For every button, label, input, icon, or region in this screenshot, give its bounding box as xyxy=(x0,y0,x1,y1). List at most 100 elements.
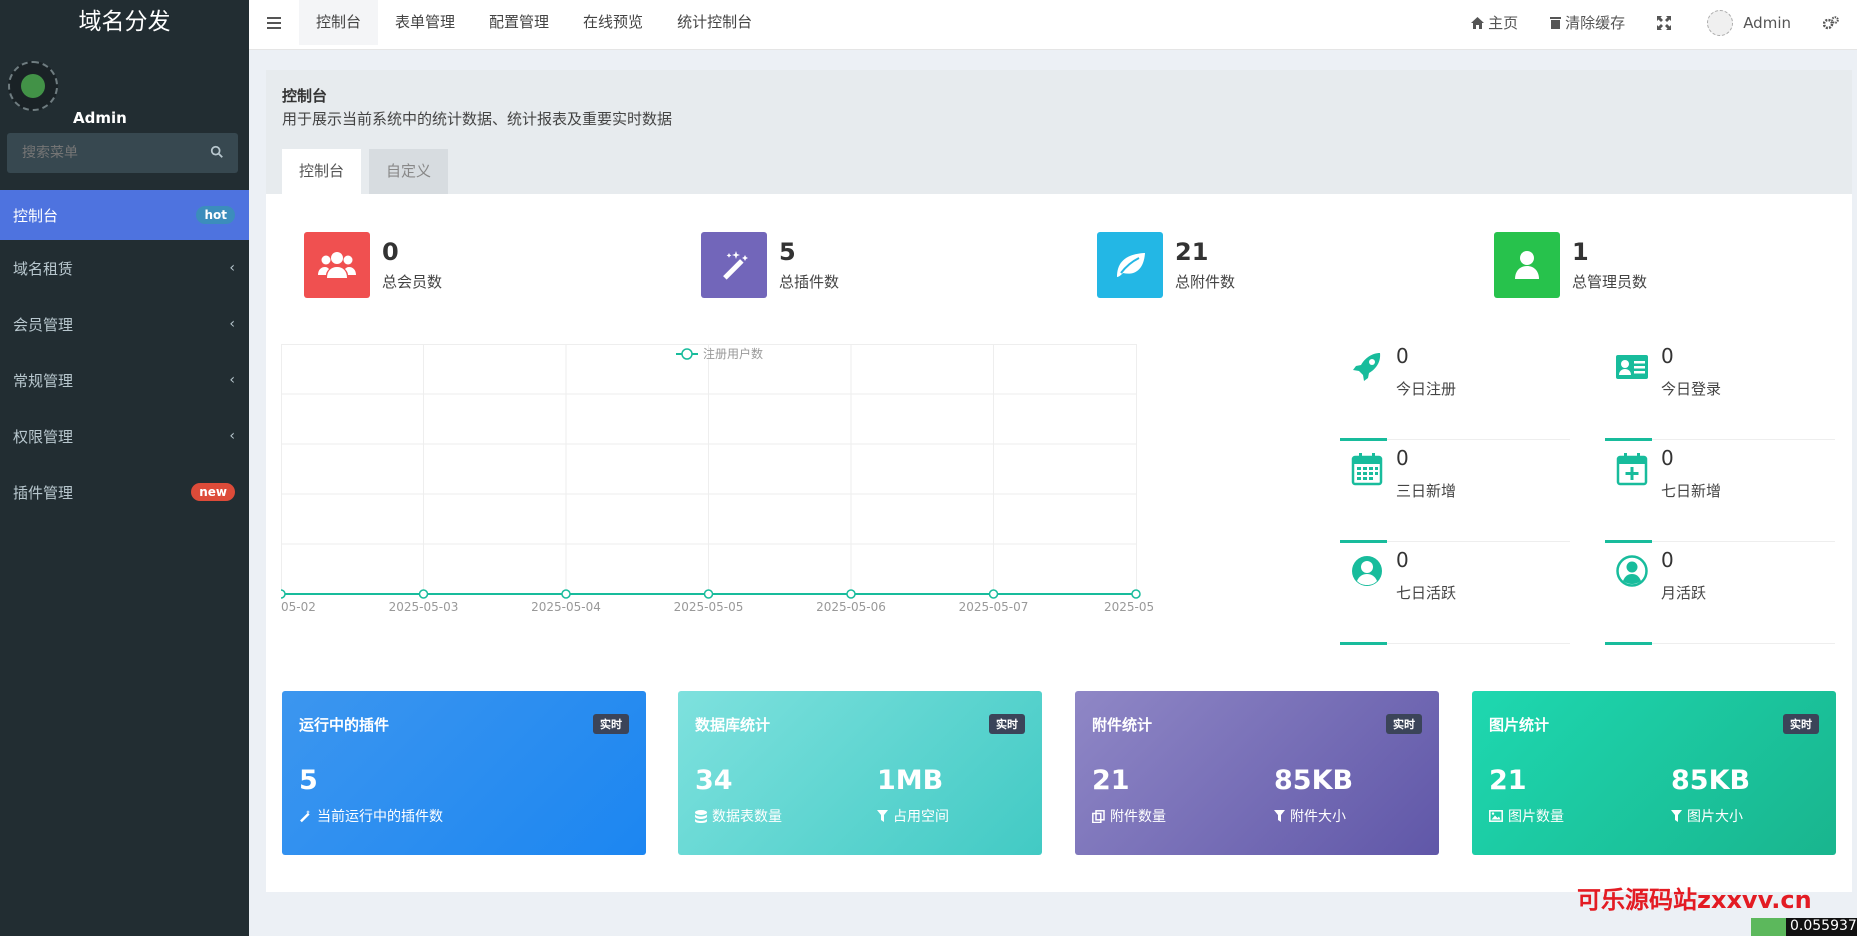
card-database-stats: 数据库统计 实时 34 数据表数量 1MB 占用空间 xyxy=(678,691,1042,855)
tab-online-preview[interactable]: 在线预览 xyxy=(566,0,660,45)
card-value: 5 xyxy=(299,765,318,796)
tab-config-manage[interactable]: 配置管理 xyxy=(472,0,566,45)
fullscreen-icon xyxy=(1657,15,1672,30)
data-point xyxy=(703,589,714,599)
stat-plugins: 5 总插件数 xyxy=(701,232,839,298)
fullscreen-button[interactable] xyxy=(1657,15,1675,30)
header-right: 主页 清除缓存 Admin xyxy=(1471,0,1857,45)
stat-admins: 1 总管理员数 xyxy=(1494,232,1647,298)
tab-dashboard[interactable]: 控制台 xyxy=(299,0,379,45)
x-tick-label: 2025-05-06 xyxy=(816,600,886,614)
realtime-badge: 实时 xyxy=(1783,714,1819,734)
filter-icon xyxy=(1671,810,1682,822)
corner-readout: 0.055937 xyxy=(1786,918,1857,936)
watermark: 可乐源码站zxxvv.cn xyxy=(1577,886,1812,914)
settings-button[interactable] xyxy=(1823,15,1843,30)
mini-stat-value: 0 xyxy=(1396,548,1409,572)
tab-custom[interactable]: 自定义 xyxy=(369,149,449,194)
search-icon[interactable] xyxy=(210,145,224,159)
mini-stat-value: 0 xyxy=(1396,446,1409,470)
mini-stat-today-login: 0 今日登录 xyxy=(1605,342,1835,441)
card-label: 图片大小 xyxy=(1671,806,1743,826)
stat-value: 1 xyxy=(1572,238,1589,266)
stat-value: 0 xyxy=(382,238,399,266)
calendar-icon xyxy=(1351,453,1383,486)
mini-stat-label: 三日新增 xyxy=(1396,482,1457,500)
data-point xyxy=(281,589,286,599)
vcard-icon xyxy=(1616,355,1648,379)
chevron-left-icon: ‹ xyxy=(229,260,235,276)
search-input[interactable] xyxy=(7,133,187,173)
stat-members: 0 总会员数 xyxy=(304,232,442,298)
magic-icon xyxy=(300,809,310,822)
magic-wand-icon xyxy=(701,232,767,298)
sidebar: 域名分发 Admin 在线 控制台 hot 域名租赁 ‹ 会员管理 ‹ 常规管理… xyxy=(0,0,249,936)
x-tick-label: 2025-05-04 xyxy=(531,600,601,614)
mini-stat-value: 0 xyxy=(1661,548,1674,572)
sidebar-item-general[interactable]: 常规管理 ‹ xyxy=(0,352,249,408)
mini-stat-seven-day-new: 0 七日新增 xyxy=(1605,444,1835,543)
x-tick-label: 05-02 xyxy=(281,600,316,614)
home-link[interactable]: 主页 xyxy=(1471,12,1518,33)
card-title: 数据库统计 xyxy=(695,716,771,734)
sidebar-menu: 控制台 hot 域名租赁 ‹ 会员管理 ‹ 常规管理 ‹ 权限管理 ‹ 插件管理… xyxy=(0,190,249,520)
sidebar-item-members[interactable]: 会员管理 ‹ xyxy=(0,296,249,352)
trash-icon xyxy=(1550,17,1562,29)
user-menu[interactable]: Admin xyxy=(1707,9,1791,36)
x-tick-label: 2025-05-07 xyxy=(959,600,1029,614)
page-description: 用于展示当前系统中的统计数据、统计报表及重要实时数据 xyxy=(282,110,673,128)
data-point xyxy=(988,589,999,599)
mini-stat-label: 七日活跃 xyxy=(1396,584,1457,602)
realtime-badge: 实时 xyxy=(593,714,629,734)
tab-console[interactable]: 控制台 xyxy=(282,149,362,194)
menu-toggle-icon[interactable] xyxy=(267,15,283,31)
user-name: Admin xyxy=(73,109,127,127)
page-title: 控制台 xyxy=(282,87,328,105)
x-tick-label: 2025-05 xyxy=(1104,600,1154,614)
card-running-plugins: 运行中的插件 实时 5 当前运行中的插件数 xyxy=(282,691,646,855)
card-title: 附件统计 xyxy=(1092,716,1153,734)
sidebar-item-label: 插件管理 xyxy=(13,483,74,502)
chevron-left-icon: ‹ xyxy=(229,428,235,444)
card-label: 图片数量 xyxy=(1489,806,1564,826)
hot-badge: hot xyxy=(196,206,235,224)
x-tick-label: 2025-05-05 xyxy=(674,600,744,614)
calendar-plus-icon xyxy=(1616,453,1648,486)
card-value: 85KB xyxy=(1671,765,1751,796)
image-icon xyxy=(1489,810,1503,822)
sidebar-item-permissions[interactable]: 权限管理 ‹ xyxy=(0,408,249,464)
home-icon xyxy=(1471,16,1485,29)
data-point xyxy=(846,589,856,599)
card-value: 34 xyxy=(695,765,733,796)
card-value: 1MB xyxy=(877,765,944,796)
user-panel: Admin 在线 xyxy=(0,45,249,154)
filter-icon xyxy=(877,810,888,822)
mini-stat-three-day-new: 0 三日新增 xyxy=(1340,444,1570,543)
mini-stat-monthly-active: 0 月活跃 xyxy=(1605,546,1835,645)
clear-cache-button[interactable]: 清除缓存 xyxy=(1550,12,1625,33)
sidebar-item-plugins[interactable]: 插件管理 new xyxy=(0,464,249,520)
mini-stat-value: 0 xyxy=(1661,446,1674,470)
sidebar-item-domain-rent[interactable]: 域名租赁 ‹ xyxy=(0,240,249,296)
data-point xyxy=(1131,589,1141,599)
mini-stat-label: 今日注册 xyxy=(1396,380,1457,398)
card-attachment-stats: 附件统计 实时 21 附件数量 85KB 附件大小 xyxy=(1075,691,1439,855)
tab-stats-console[interactable]: 统计控制台 xyxy=(660,0,769,45)
top-header: 控制台 表单管理 配置管理 在线预览 统计控制台 主页 清除缓存 Admin xyxy=(249,0,1857,50)
card-value: 85KB xyxy=(1274,765,1354,796)
card-label: 附件大小 xyxy=(1274,806,1346,826)
stat-label: 总会员数 xyxy=(382,273,443,291)
rocket-icon xyxy=(1353,353,1381,381)
realtime-badge: 实时 xyxy=(1386,714,1422,734)
sidebar-item-dashboard[interactable]: 控制台 hot xyxy=(0,190,249,240)
user-icon xyxy=(1494,232,1560,298)
header-avatar xyxy=(1707,9,1734,36)
tab-form-manage[interactable]: 表单管理 xyxy=(378,0,472,45)
app-logo[interactable]: 域名分发 xyxy=(0,0,249,45)
legend-marker xyxy=(681,348,693,360)
content-tabs: 控制台 自定义 xyxy=(282,149,456,194)
stat-value: 5 xyxy=(779,238,796,266)
stat-attachments: 21 总附件数 xyxy=(1097,232,1235,298)
x-tick-label: 2025-05-03 xyxy=(389,600,459,614)
menu-search[interactable] xyxy=(7,133,238,173)
